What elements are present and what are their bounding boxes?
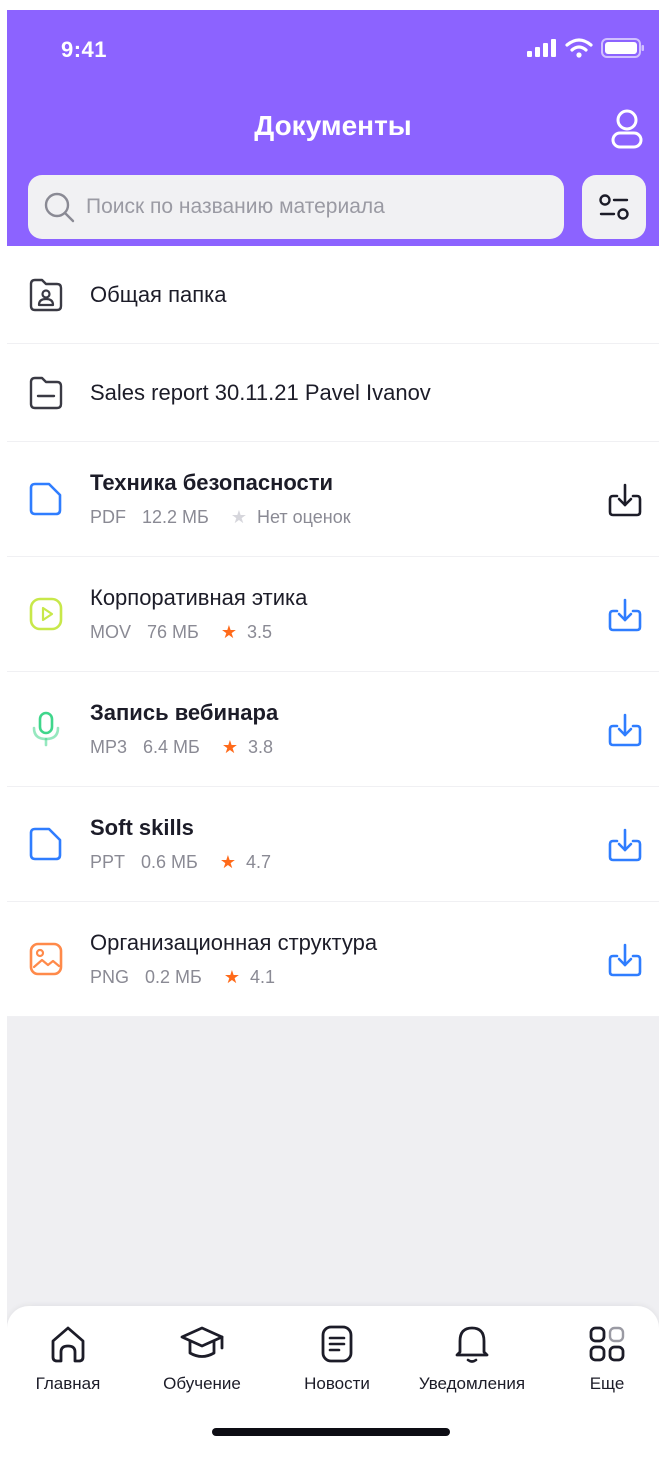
folder-name: Sales report 30.11.21 Pavel Ivanov (90, 380, 431, 405)
file-name: Soft skills (90, 815, 194, 840)
wifi-icon (565, 38, 593, 58)
file-size: 12.2 МБ (142, 507, 209, 527)
document-icon (29, 482, 62, 516)
download-icon[interactable] (605, 710, 645, 750)
star-icon: ★ (219, 852, 236, 872)
file-meta: PNG 0.2 МБ ★ 4.1 (90, 967, 275, 988)
shared-folder-icon (29, 278, 63, 312)
profile-button[interactable] (609, 106, 645, 150)
more-grid-icon (589, 1326, 625, 1362)
search-bar[interactable] (28, 175, 564, 239)
document-icon (29, 827, 62, 861)
tab-more[interactable]: Еще (542, 1322, 659, 1394)
user-icon (611, 109, 643, 149)
file-size: 6.4 МБ (143, 737, 200, 757)
filter-button[interactable] (582, 175, 646, 239)
file-meta: MOV 76 МБ ★ 3.5 (90, 622, 272, 643)
file-name: Техника безопасности (90, 470, 334, 495)
tab-label: Обучение (163, 1374, 241, 1393)
star-icon: ★ (220, 622, 237, 642)
file-meta: MP3 6.4 МБ ★ 3.8 (90, 737, 273, 758)
star-icon: ★ (221, 737, 238, 757)
app-screen: 9:41 Документы Поиск по названию материа… (7, 10, 659, 1457)
file-size: 0.6 МБ (141, 852, 198, 872)
battery-icon (601, 38, 644, 58)
search-icon (44, 192, 75, 223)
downloaded-icon[interactable] (605, 480, 645, 520)
search-input[interactable] (86, 195, 546, 219)
documents-list: Общая папка Sales report 30.11.21 Pavel … (7, 246, 659, 1017)
file-row[interactable]: Запись вебинара MP3 6.4 МБ ★ 3.8 (7, 672, 659, 787)
tab-news[interactable]: Новости (272, 1322, 402, 1394)
file-type: PNG (90, 967, 130, 987)
cellular-signal-icon (527, 39, 556, 57)
folder-row[interactable]: Общая папка (7, 246, 659, 344)
tab-notifications[interactable]: Уведомления (407, 1322, 537, 1394)
file-meta: PPT 0.6 МБ ★ 4.7 (90, 852, 271, 873)
star-icon: ★ (223, 967, 240, 987)
image-icon (29, 942, 63, 976)
tab-label: Новости (304, 1374, 370, 1393)
file-type: PDF (90, 507, 126, 527)
tab-learning[interactable]: Обучение (137, 1322, 267, 1394)
file-type: MP3 (90, 737, 128, 757)
graduation-cap-icon (180, 1326, 224, 1358)
file-row[interactable]: Soft skills PPT 0.6 МБ ★ 4.7 (7, 787, 659, 902)
home-icon (51, 1326, 85, 1363)
file-rating: 3.5 (247, 622, 273, 642)
status-time: 9:41 (61, 37, 108, 62)
status-icons (527, 38, 645, 58)
download-icon[interactable] (605, 595, 645, 635)
file-row[interactable]: Техника безопасности PDF 12.2 МБ ★ Нет о… (7, 442, 659, 557)
microphone-icon (32, 711, 60, 747)
video-icon (29, 597, 63, 631)
file-rating: 4.7 (246, 852, 272, 872)
star-icon: ★ (230, 507, 247, 527)
file-size: 76 МБ (147, 622, 199, 642)
folder-row[interactable]: Sales report 30.11.21 Pavel Ivanov (7, 344, 659, 442)
header: 9:41 Документы (7, 10, 659, 246)
folder-name: Общая папка (90, 282, 227, 307)
file-name: Организационная структура (90, 930, 378, 955)
file-size: 0.2 МБ (145, 967, 202, 987)
file-rating: 3.8 (248, 737, 274, 757)
file-name: Запись вебинара (90, 700, 279, 725)
tab-label: Еще (589, 1374, 625, 1393)
file-meta: PDF 12.2 МБ ★ Нет оценок (90, 507, 351, 528)
page-title: Документы (254, 110, 412, 141)
tab-label: Главная (35, 1374, 101, 1393)
file-name: Корпоративная этика (90, 585, 308, 610)
file-row[interactable]: Корпоративная этика MOV 76 МБ ★ 3.5 (7, 557, 659, 672)
file-rating: 4.1 (250, 967, 276, 987)
download-icon[interactable] (605, 825, 645, 865)
file-rating: Нет оценок (256, 507, 351, 527)
tab-home[interactable]: Главная (7, 1322, 133, 1394)
tab-label: Уведомления (418, 1374, 526, 1393)
file-row[interactable]: Организационная структура PNG 0.2 МБ ★ 4… (7, 902, 659, 1017)
folder-icon (29, 376, 63, 410)
home-indicator (212, 1428, 450, 1436)
filter-settings-icon (599, 194, 629, 220)
download-icon[interactable] (605, 940, 645, 980)
file-type: MOV (90, 622, 132, 642)
news-icon (321, 1325, 353, 1363)
bell-icon (455, 1326, 489, 1363)
file-type: PPT (90, 852, 126, 872)
